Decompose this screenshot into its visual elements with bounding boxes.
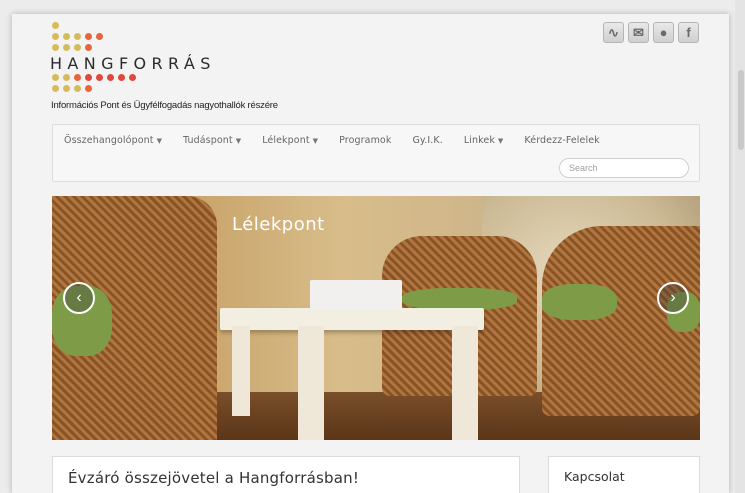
email-icon[interactable]: ✉ <box>628 22 649 43</box>
main-navigation: Összehangolópont ▼ Tudáspont ▼ Lélekpont ▼ … <box>52 124 700 182</box>
chevron-right-icon: › <box>670 289 676 306</box>
logo-dot <box>85 44 92 51</box>
chevron-down-icon: ▼ <box>497 137 504 145</box>
slide-caption: Lélekpont <box>232 214 325 235</box>
logo-dot <box>74 85 81 92</box>
search-input[interactable] <box>559 158 689 178</box>
logo-dot <box>52 74 59 81</box>
site-tagline: Információs Pont és Ügyfélfogadás nagyot… <box>51 100 278 111</box>
rss-icon[interactable]: ∿ <box>603 22 624 43</box>
slider-prev-button[interactable]: ‹ <box>63 282 95 314</box>
sidebar-title: Kapcsolat <box>564 469 625 484</box>
site-logo[interactable]: HANGFORRÁS <box>50 20 260 100</box>
logo-dot <box>63 33 70 40</box>
image-slider[interactable]: Lélekpont ‹ › <box>52 196 700 440</box>
post-card: Évzáró összejövetel a Hangforrásban! <box>52 456 520 493</box>
chevron-left-icon: ‹ <box>76 289 82 306</box>
post-title[interactable]: Évzáró összejövetel a Hangforrásban! <box>68 469 359 487</box>
logo-dot <box>85 33 92 40</box>
nav-item-osszehangolopont[interactable]: Összehangolópont ▼ <box>64 135 162 146</box>
logo-dot <box>52 85 59 92</box>
nav-item-programok[interactable]: Programok <box>339 135 391 146</box>
logo-dot <box>96 74 103 81</box>
scrollbar[interactable] <box>735 0 745 493</box>
slider-next-button[interactable]: › <box>657 282 689 314</box>
nav-item-linkek[interactable]: Linkek ▼ <box>464 135 504 146</box>
chevron-down-icon: ▼ <box>235 137 242 145</box>
social-icons: ∿ ✉ ● f <box>603 22 699 43</box>
logo-dot <box>52 44 59 51</box>
logo-dot <box>74 33 81 40</box>
logo-dot <box>52 22 59 29</box>
nav-item-tudaspont[interactable]: Tudáspont ▼ <box>183 135 241 146</box>
nav-item-lelekpont[interactable]: Lélekpont ▼ <box>262 135 318 146</box>
logo-dot <box>63 74 70 81</box>
logo-dot <box>52 33 59 40</box>
facebook-icon[interactable]: f <box>678 22 699 43</box>
logo-dot <box>63 85 70 92</box>
logo-dot <box>85 85 92 92</box>
logo-dot <box>96 33 103 40</box>
sidebar-widget: Kapcsolat <box>548 456 700 493</box>
logo-dot <box>85 74 92 81</box>
chevron-down-icon: ▼ <box>312 137 319 145</box>
nav-item-kerdezz-felelek[interactable]: Kérdezz-Felelek <box>524 135 599 146</box>
logo-dot <box>118 74 125 81</box>
page: HANGFORRÁS Információs Pont és Ügyfélfog… <box>12 14 729 493</box>
logo-dot <box>63 44 70 51</box>
map-pin-icon[interactable]: ● <box>653 22 674 43</box>
logo-dot <box>74 74 81 81</box>
logo-text: HANGFORRÁS <box>50 54 216 73</box>
logo-dot <box>107 74 114 81</box>
nav-item-gyik[interactable]: Gy.I.K. <box>412 135 442 146</box>
scrollbar-thumb[interactable] <box>738 70 744 150</box>
logo-dot <box>74 44 81 51</box>
logo-dot <box>129 74 136 81</box>
chevron-down-icon: ▼ <box>156 137 163 145</box>
